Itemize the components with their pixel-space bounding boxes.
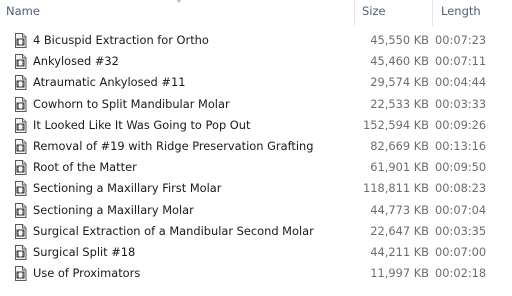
file-name: Cowhorn to Split Mandibular Molar	[33, 96, 230, 111]
file-row[interactable]: Ankylosed #32 45,460 KB 00:07:11	[0, 51, 512, 72]
file-row[interactable]: Root of the Matter 61,901 KB 00:09:50	[0, 157, 512, 178]
file-name: Sectioning a Maxillary Molar	[33, 202, 194, 217]
file-size: 61,901 KB	[370, 160, 429, 175]
file-name: Atraumatic Ankylosed #11	[33, 75, 186, 90]
video-file-icon	[14, 160, 27, 176]
file-length: 00:07:04	[435, 202, 487, 217]
column-header-size[interactable]: Size	[362, 4, 386, 18]
file-length: 00:03:33	[435, 96, 487, 111]
file-size: 22,647 KB	[370, 223, 429, 238]
file-size: 152,594 KB	[362, 117, 429, 132]
video-file-icon	[14, 223, 27, 239]
file-list: 4 Bicuspid Extraction for Ortho 45,550 KB…	[0, 30, 512, 284]
file-row[interactable]: Use of Proximators 11,997 KB 00:02:18	[0, 263, 512, 284]
column-header-row: Name Size Length	[0, 0, 512, 26]
file-name: Surgical Extraction of a Mandibular Seco…	[33, 223, 314, 238]
column-divider[interactable]	[432, 0, 433, 26]
file-row[interactable]: Surgical Split #18 44,211 KB 00:07:00	[0, 242, 512, 263]
file-length: 00:08:23	[435, 181, 487, 196]
video-file-icon	[14, 54, 27, 70]
file-name: Surgical Split #18	[33, 244, 136, 259]
video-file-icon	[14, 181, 27, 197]
column-header-name[interactable]: Name	[6, 4, 40, 18]
file-name: Removal of #19 with Ridge Preservation G…	[33, 138, 314, 153]
file-length: 00:13:16	[435, 138, 487, 153]
file-size: 29,574 KB	[370, 75, 429, 90]
file-name: It Looked Like It Was Going to Pop Out	[33, 117, 251, 132]
file-name: Sectioning a Maxillary First Molar	[33, 181, 222, 196]
file-size: 22,533 KB	[370, 96, 429, 111]
file-length: 00:03:35	[435, 223, 487, 238]
file-size: 45,460 KB	[370, 54, 429, 69]
file-length: 00:07:00	[435, 244, 487, 259]
file-name: Root of the Matter	[33, 160, 137, 175]
video-file-icon	[14, 96, 27, 112]
file-row[interactable]: Atraumatic Ankylosed #11 29,574 KB 00:04:4…	[0, 72, 512, 93]
file-row[interactable]: Removal of #19 with Ridge Preservation G…	[0, 136, 512, 157]
file-row[interactable]: It Looked Like It Was Going to Pop Out 15…	[0, 115, 512, 136]
file-name: Ankylosed #32	[33, 54, 119, 69]
file-length: 00:09:26	[435, 117, 487, 132]
file-size: 45,550 KB	[370, 33, 429, 47]
file-length: 00:07:23	[435, 33, 487, 47]
video-file-icon	[14, 33, 27, 48]
file-row[interactable]: 4 Bicuspid Extraction for Ortho 45,550 KB…	[0, 30, 512, 51]
file-explorer-details-view: Name Size Length 4 Bicuspid Extraction f…	[0, 0, 512, 296]
sort-arrow-icon	[176, 0, 182, 3]
video-file-icon	[14, 244, 27, 260]
video-file-icon	[14, 75, 27, 91]
file-size: 44,211 KB	[370, 244, 429, 259]
file-length: 00:02:18	[435, 266, 487, 281]
video-file-icon	[14, 138, 27, 154]
column-header-length[interactable]: Length	[441, 4, 481, 18]
video-file-icon	[14, 266, 27, 282]
video-file-icon	[14, 202, 27, 218]
file-length: 00:07:11	[435, 54, 487, 69]
file-name: 4 Bicuspid Extraction for Ortho	[33, 33, 209, 47]
file-row[interactable]: Sectioning a Maxillary First Molar 118,81…	[0, 178, 512, 199]
file-row[interactable]: Cowhorn to Split Mandibular Molar 22,533 …	[0, 94, 512, 115]
file-name: Use of Proximators	[33, 266, 141, 281]
file-length: 00:04:44	[435, 75, 487, 90]
file-row[interactable]: Sectioning a Maxillary Molar 44,773 KB 00:…	[0, 200, 512, 221]
video-file-icon	[14, 117, 27, 133]
file-length: 00:09:50	[435, 160, 487, 175]
file-size: 44,773 KB	[370, 202, 429, 217]
file-size: 11,997 KB	[370, 266, 429, 281]
file-size: 82,669 KB	[370, 138, 429, 153]
file-size: 118,811 KB	[362, 181, 429, 196]
column-divider[interactable]	[354, 0, 355, 26]
file-row[interactable]: Surgical Extraction of a Mandibular Seco…	[0, 221, 512, 242]
